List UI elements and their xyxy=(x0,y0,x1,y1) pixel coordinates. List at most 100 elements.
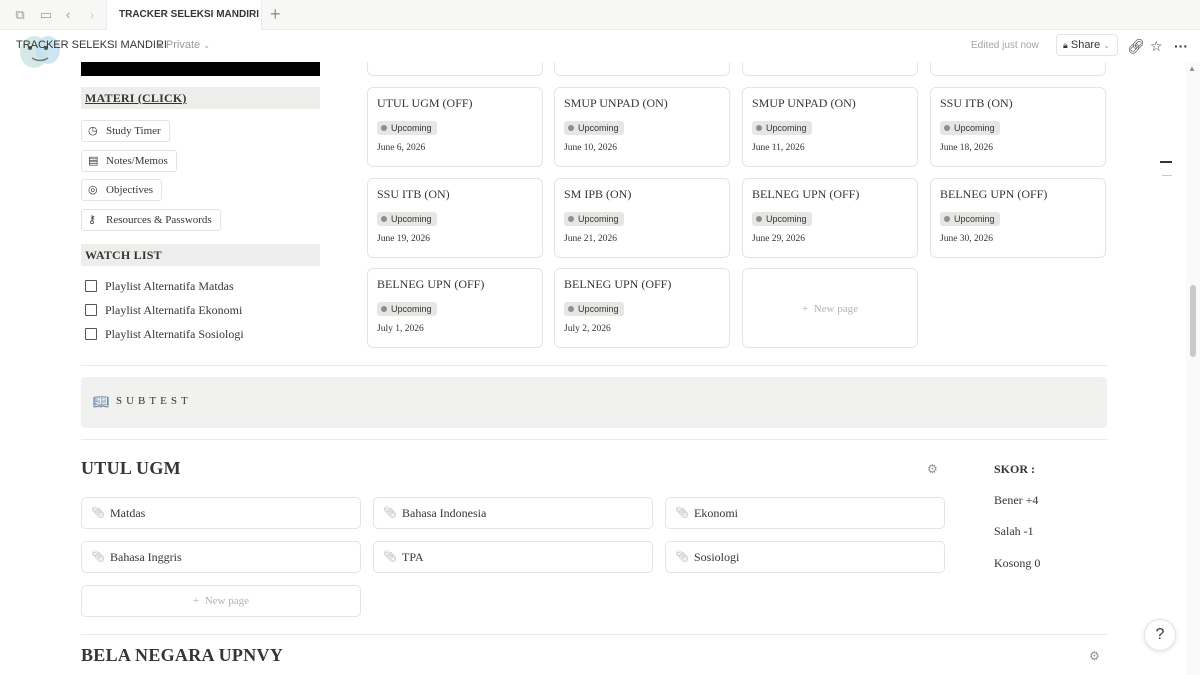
belneg-heading: BELA NEGARA UPNVY xyxy=(81,645,284,665)
gallery-card[interactable]: 📎︎ Matdas xyxy=(81,497,361,529)
target-icon: ◎ xyxy=(88,184,98,196)
board-card-partial[interactable] xyxy=(930,62,1106,76)
breadcrumb[interactable]: TRACKER SELEKSI MANDIRI xyxy=(16,39,167,51)
status-badge: Upcoming xyxy=(564,302,624,316)
window-icon[interactable]: ⧉ xyxy=(12,7,28,23)
plus-icon: + xyxy=(192,595,200,607)
gallery-card-label: Bahasa Indonesia xyxy=(402,506,487,520)
lock-icon: 🔒︎ xyxy=(157,39,163,51)
lock-icon: 🔒︎ xyxy=(1063,40,1068,50)
card-title: BELNEG UPN (OFF) xyxy=(377,277,485,291)
status-badge: Upcoming xyxy=(940,121,1000,135)
divider xyxy=(81,634,1107,635)
checkbox[interactable] xyxy=(85,304,97,316)
sidebar-toggle-icon[interactable]: ▭ xyxy=(38,7,54,23)
board-card-partial[interactable] xyxy=(742,62,918,76)
new-tab-button[interactable]: + xyxy=(270,4,288,24)
link-icon[interactable]: 🔗︎ xyxy=(1127,38,1145,54)
board-card[interactable]: SSU ITB (ON) Upcoming June 18, 2026 xyxy=(930,87,1106,167)
scrollbar-thumb[interactable] xyxy=(1190,285,1196,357)
status-badge: Upcoming xyxy=(564,212,624,226)
board-card[interactable]: SMUP UNPAD (ON) Upcoming June 10, 2026 xyxy=(554,87,730,167)
objectives-link[interactable]: ◎ Objectives xyxy=(81,179,163,201)
new-page-button[interactable]: + New page xyxy=(81,585,361,617)
watch-item[interactable]: Playlist Alternatifa Sosiologi xyxy=(85,327,244,343)
back-arrow-icon[interactable]: ‹ xyxy=(60,7,76,23)
resources-passwords-link[interactable]: ⚷ Resources & Passwords xyxy=(81,209,221,231)
filter-settings-icon[interactable]: ⚙︎ xyxy=(1089,649,1100,663)
board-card[interactable]: BELNEG UPN (OFF) Upcoming July 2, 2026 xyxy=(554,268,730,348)
scrollbar[interactable] xyxy=(1186,62,1200,675)
skor-benar: Bener +4 xyxy=(994,493,1039,507)
study-timer-link[interactable]: ◷ Study Timer xyxy=(81,120,170,142)
gallery-card-label: Sosiologi xyxy=(694,550,740,564)
card-title: SSU ITB (ON) xyxy=(377,187,450,201)
help-button[interactable]: ? xyxy=(1144,619,1176,651)
card-title: UTUL UGM (OFF) xyxy=(377,96,473,110)
card-title: BELNEG UPN (OFF) xyxy=(940,187,1048,201)
gallery-card[interactable]: 📎︎ Sosiologi xyxy=(665,541,945,573)
pill-label: Study Timer xyxy=(106,125,161,137)
gallery-card[interactable]: 📎︎ TPA xyxy=(373,541,653,573)
chevron-down-icon: ⌄ xyxy=(1103,41,1110,50)
gallery-card-label: Matdas xyxy=(110,506,146,520)
card-date: July 2, 2026 xyxy=(564,324,611,334)
card-date: June 18, 2026 xyxy=(940,143,994,153)
table-of-contents-marker[interactable] xyxy=(1160,161,1172,163)
tab-tracker[interactable]: TRACKER SELEKSI MANDIRI xyxy=(106,0,262,30)
board-card[interactable]: SMUP UNPAD (ON) Upcoming June 11, 2026 xyxy=(742,87,918,167)
card-date: June 21, 2026 xyxy=(564,234,618,244)
card-title: BELNEG UPN (OFF) xyxy=(564,277,672,291)
status-badge: Upcoming xyxy=(940,212,1000,226)
share-label: Share xyxy=(1070,39,1101,51)
watch-list-heading: WATCH LIST xyxy=(81,244,320,266)
board-card[interactable]: BELNEG UPN (OFF) Upcoming June 30, 2026 xyxy=(930,178,1106,258)
checkbox[interactable] xyxy=(85,328,97,340)
paperclip-icon: 📎︎ xyxy=(91,551,105,563)
privacy-label: Private xyxy=(165,39,201,51)
skor-title: SKOR : xyxy=(994,462,1036,476)
status-badge: Upcoming xyxy=(752,121,812,135)
materi-heading-text[interactable]: MATERI (CLICK) xyxy=(85,91,187,105)
board-card-partial[interactable] xyxy=(554,62,730,76)
forward-arrow-icon[interactable]: › xyxy=(84,7,100,23)
star-icon[interactable]: ☆ xyxy=(1150,38,1163,54)
edited-status: Edited just now xyxy=(971,40,1039,51)
materi-heading: MATERI (CLICK) xyxy=(81,87,320,109)
clock-icon: ◷ xyxy=(88,125,98,137)
status-badge: Upcoming xyxy=(377,302,437,316)
new-page-button[interactable]: + New page xyxy=(742,268,918,348)
subtest-label: SUBTEST xyxy=(116,395,192,407)
board-card[interactable]: UTUL UGM (OFF) Upcoming June 6, 2026 xyxy=(367,87,543,167)
gallery-card[interactable]: 📎︎ Ekonomi xyxy=(665,497,945,529)
paperclip-icon: 📎︎ xyxy=(91,507,105,519)
table-of-contents-marker[interactable] xyxy=(1162,175,1172,176)
privacy-indicator[interactable]: 🔒︎ Private ⌄ xyxy=(157,39,210,52)
board-card[interactable]: BELNEG UPN (OFF) Upcoming July 1, 2026 xyxy=(367,268,543,348)
card-date: June 11, 2026 xyxy=(752,143,805,153)
status-badge: Upcoming xyxy=(564,121,624,135)
card-title: SMUP UNPAD (ON) xyxy=(752,96,856,110)
card-title: SMUP UNPAD (ON) xyxy=(564,96,668,110)
share-button[interactable]: 🔒︎ Share ⌄ xyxy=(1056,34,1118,56)
chevron-down-icon: ⌄ xyxy=(203,41,210,50)
watch-item-label: Playlist Alternatifa Matdas xyxy=(105,279,234,293)
skor-salah: Salah -1 xyxy=(994,524,1034,538)
watch-item[interactable]: Playlist Alternatifa Ekonomi xyxy=(85,303,242,319)
board-card[interactable]: BELNEG UPN (OFF) Upcoming June 29, 2026 xyxy=(742,178,918,258)
gallery-card[interactable]: 📎︎ Bahasa Indonesia xyxy=(373,497,653,529)
card-date: June 10, 2026 xyxy=(564,143,618,153)
board-card[interactable]: SM IPB (ON) Upcoming June 21, 2026 xyxy=(554,178,730,258)
board-card[interactable]: SSU ITB (ON) Upcoming June 19, 2026 xyxy=(367,178,543,258)
checkbox[interactable] xyxy=(85,280,97,292)
watch-item[interactable]: Playlist Alternatifa Matdas xyxy=(85,279,234,295)
pill-label: Resources & Passwords xyxy=(106,214,212,226)
scroll-up-icon[interactable]: ▲ xyxy=(1188,64,1196,73)
notes-memos-link[interactable]: ▤ Notes/Memos xyxy=(81,150,177,172)
book-icon: 📖︎ xyxy=(93,394,110,409)
board-card-partial[interactable] xyxy=(367,62,543,76)
pill-label: Objectives xyxy=(106,184,154,196)
filter-settings-icon[interactable]: ⚙︎ xyxy=(927,462,938,476)
more-icon[interactable]: ··· xyxy=(1174,38,1188,54)
gallery-card[interactable]: 📎︎ Bahasa Inggris xyxy=(81,541,361,573)
